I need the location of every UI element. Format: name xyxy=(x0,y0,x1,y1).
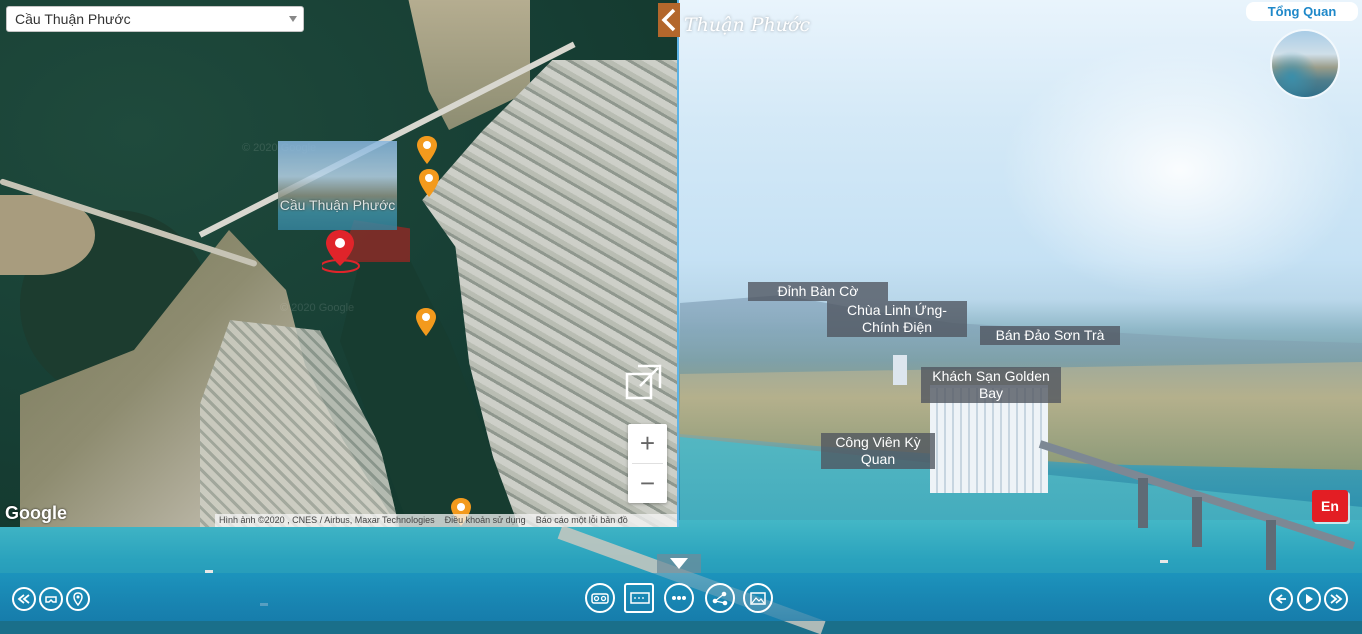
poi-pin-icon[interactable] xyxy=(415,307,437,342)
vr-headset-icon[interactable] xyxy=(39,587,63,611)
terms-link[interactable]: Điều khoản sử dụng xyxy=(445,514,526,527)
zoom-out-button[interactable]: − xyxy=(628,464,667,503)
chevron-down-icon xyxy=(289,16,297,22)
location-select[interactable]: Cầu Thuận Phước xyxy=(6,6,304,32)
map-divider xyxy=(677,0,679,527)
toolbar-toggle-button[interactable] xyxy=(657,554,701,573)
bottom-toolbar xyxy=(0,573,1362,621)
google-logo: Google xyxy=(5,503,67,523)
vr-glasses-icon[interactable] xyxy=(585,583,615,613)
back-icon[interactable] xyxy=(1269,587,1293,611)
fast-forward-icon[interactable] xyxy=(1324,587,1348,611)
share-icon[interactable] xyxy=(705,583,735,613)
zoom-control: + − xyxy=(628,424,667,503)
more-icon[interactable] xyxy=(664,583,694,613)
hotspot-cong-vien-ky-quan[interactable]: Công Viên Kỳ Quan xyxy=(821,433,935,469)
triangle-down-icon xyxy=(670,558,688,569)
zoom-in-button[interactable]: + xyxy=(628,424,667,463)
map-panel[interactable]: © 2020 Google © 2020 Google Cầu Thuận Ph… xyxy=(0,0,677,527)
play-icon[interactable] xyxy=(1297,587,1321,611)
map-watermark: © 2020 Google xyxy=(280,302,355,314)
report-error-link[interactable]: Báo cáo một lỗi bản đồ xyxy=(536,514,628,527)
map-attribution: Hình ảnh ©2020 , CNES / Airbus, Maxar Te… xyxy=(215,514,677,527)
poi-pin-icon[interactable] xyxy=(418,168,440,203)
overview-button[interactable]: Tổng Quan xyxy=(1246,2,1358,21)
overview-thumbnail[interactable] xyxy=(1272,31,1338,97)
hotspot-khach-san-golden-bay[interactable]: Khách Sạn Golden Bay xyxy=(921,367,1061,403)
collapse-map-button[interactable] xyxy=(658,3,680,37)
distant-tower xyxy=(893,355,907,385)
rewind-icon[interactable] xyxy=(12,587,36,611)
poi-pin-icon[interactable] xyxy=(416,135,438,170)
map-pin-icon[interactable] xyxy=(66,587,90,611)
hotspot-ban-dao-son-tra[interactable]: Bán Đảo Sơn Trà xyxy=(980,326,1120,345)
hotspot-dinh-ban-co[interactable]: Đỉnh Bàn Cờ xyxy=(748,282,888,301)
boat xyxy=(1160,560,1168,563)
hotspot-chua-linh-ung[interactable]: Chùa Linh Ứng-Chính Điện xyxy=(827,301,967,337)
current-location-pin-icon[interactable] xyxy=(320,228,362,281)
language-toggle-button[interactable]: En xyxy=(1312,490,1348,522)
pano-title: Thuận Phước xyxy=(684,14,811,36)
gallery-icon[interactable] xyxy=(743,583,773,613)
imagery-credit: Hình ảnh ©2020 , CNES / Airbus, Maxar Te… xyxy=(219,515,435,525)
fullscreen-icon[interactable] xyxy=(624,362,664,402)
location-select-value: Cầu Thuận Phước xyxy=(15,11,131,27)
chevron-left-icon xyxy=(661,8,676,32)
location-preview-card[interactable]: Cầu Thuận Phước xyxy=(278,141,397,230)
preview-caption: Cầu Thuận Phước xyxy=(279,197,396,213)
floorplan-icon[interactable] xyxy=(624,583,654,613)
